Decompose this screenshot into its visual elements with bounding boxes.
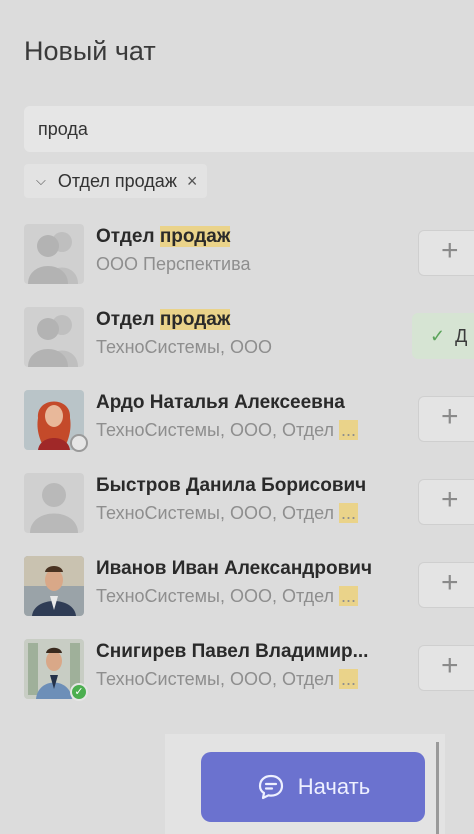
list-item[interactable]: Быстров Данила Борисович ТехноСистемы, О… [24,473,474,535]
add-button[interactable]: + [418,645,474,691]
filter-chip[interactable]: ⌵ Отдел продаж × [24,164,208,198]
chevron-down-icon[interactable]: ⌵ [36,173,46,189]
list-item[interactable]: Отдел продаж ООО Перспектива + [24,224,474,286]
close-icon[interactable]: × [187,171,198,192]
contact-subtitle: ТехноСистемы, ООО, Отдел ... [96,669,359,689]
contact-name: Снигирев Павел Владимир... [96,641,369,662]
contact-name: Отдел продаж [96,226,231,247]
divider [436,742,439,834]
avatar [24,224,84,284]
contact-name: Отдел продаж [96,309,231,330]
start-button-label: Начать [297,774,371,799]
list-item[interactable]: ✓ Снигирев Павел Владимир... ТехноСистем… [24,639,474,701]
status-away-icon [70,434,88,452]
contact-subtitle: ООО Перспектива [96,254,251,274]
added-button[interactable]: ✓ Д [412,313,474,359]
avatar [24,307,84,367]
avatar [24,473,84,533]
contact-name: Иванов Иван Александрович [96,558,372,579]
list-item[interactable]: Иванов Иван Александрович ТехноСистемы, … [24,556,474,618]
status-online-icon: ✓ [70,683,88,701]
search-input[interactable]: прода [24,106,474,152]
contact-subtitle: ТехноСистемы, ООО, Отдел ... [96,420,359,440]
add-button[interactable]: + [418,396,474,442]
contact-subtitle: ТехноСистемы, ООО, Отдел ... [96,586,359,606]
check-icon: ✓ [430,326,446,346]
contact-name: Быстров Данила Борисович [96,475,367,496]
add-button[interactable]: + [418,479,474,525]
avatar [24,556,84,616]
filter-chip-label: Отдел продаж [57,170,177,191]
list-item[interactable]: Ардо Наталья Алексеевна ТехноСистемы, ОО… [24,390,474,452]
chat-bubble-icon [258,774,283,800]
page-title: Новый чат [24,36,156,66]
contact-subtitle: ТехноСистемы, ООО [96,337,272,357]
add-button[interactable]: + [418,230,474,276]
contact-name: Ардо Наталья Алексеевна [96,392,345,413]
list-item[interactable]: Отдел продаж ТехноСистемы, ООО ✓ Д [24,307,474,369]
start-chat-button[interactable]: Начать [201,752,425,822]
contact-subtitle: ТехноСистемы, ООО, Отдел ... [96,503,359,523]
add-button[interactable]: + [418,562,474,608]
